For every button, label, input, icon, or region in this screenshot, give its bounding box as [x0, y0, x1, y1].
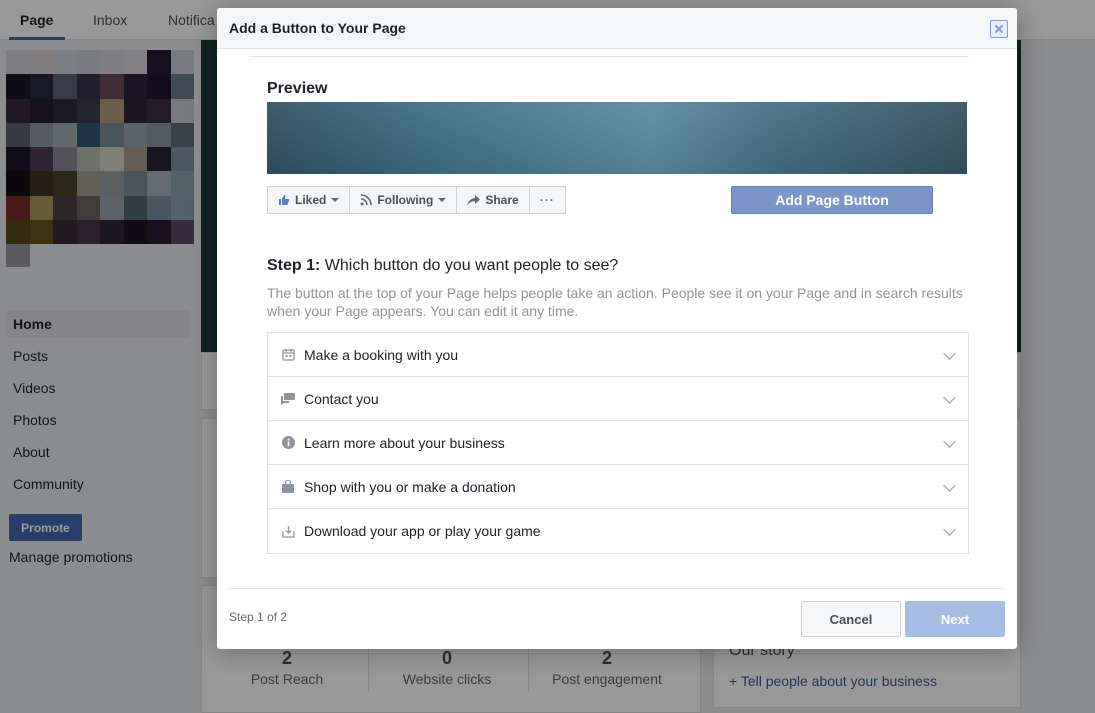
- calendar-icon: [281, 348, 295, 362]
- share-label: Share: [485, 193, 519, 207]
- close-icon[interactable]: [990, 20, 1008, 38]
- liked-label: Liked: [295, 193, 327, 207]
- preview-cover-image: [267, 102, 967, 174]
- more-icon[interactable]: ···: [530, 187, 565, 213]
- divider: [249, 56, 969, 57]
- option-label: Contact you: [304, 390, 379, 407]
- option-label: Make a booking with you: [304, 346, 459, 363]
- cancel-button[interactable]: Cancel: [801, 601, 901, 637]
- more-label: ···: [539, 193, 555, 207]
- option-label: Download your app or play your game: [304, 523, 541, 539]
- option-contact[interactable]: Contact you: [268, 377, 968, 421]
- liked-button[interactable]: Liked: [268, 187, 351, 213]
- chevron-down-icon: [438, 198, 447, 202]
- step-question: Which button do you want people to see?: [324, 257, 619, 274]
- option-booking[interactable]: Make a booking with you: [268, 333, 968, 377]
- add-page-button[interactable]: Add Page Button: [731, 186, 933, 214]
- add-button-dialog: Add a Button to Your Page Preview Liked …: [217, 8, 1017, 649]
- step-title: Step 1: Which button do you want people …: [267, 257, 618, 275]
- chevron-down-icon: [331, 198, 340, 202]
- following-label: Following: [377, 193, 434, 207]
- like-icon: [279, 195, 290, 205]
- option-shop[interactable]: Shop with you or make a donation: [268, 465, 968, 509]
- shopping-bag-icon: [281, 480, 295, 494]
- chevron-down-icon: [943, 523, 956, 536]
- next-button[interactable]: Next: [905, 601, 1005, 637]
- chevron-down-icon: [943, 479, 956, 492]
- footer-divider: [229, 588, 1005, 589]
- step-counter: Step 1 of 2: [229, 610, 288, 624]
- chevron-down-icon: [943, 391, 956, 404]
- preview-heading: Preview: [267, 80, 328, 97]
- option-label: Learn more about your business: [304, 434, 505, 451]
- preview-action-buttons: Liked Following Share ···: [267, 186, 566, 214]
- step-number: Step 1:: [267, 257, 321, 274]
- step-description: The button at the top of your Page helps…: [267, 285, 963, 319]
- info-icon: [281, 436, 295, 450]
- rss-icon: [360, 194, 373, 206]
- download-icon: [281, 524, 295, 538]
- dialog-title: Add a Button to Your Page: [229, 20, 406, 36]
- dialog-header: Add a Button to Your Page: [217, 8, 1017, 49]
- option-download[interactable]: Download your app or play your game: [268, 509, 968, 553]
- option-learn-more[interactable]: Learn more about your business: [268, 421, 968, 465]
- share-arrow-icon: [467, 194, 481, 205]
- chat-icon: [281, 392, 295, 406]
- chevron-down-icon: [943, 435, 956, 448]
- following-button[interactable]: Following: [350, 187, 458, 213]
- share-button[interactable]: Share: [457, 187, 530, 213]
- button-options-list: Make a booking with you Contact you Lear…: [267, 332, 969, 554]
- option-label: Shop with you or make a donation: [304, 478, 516, 495]
- chevron-down-icon: [943, 347, 956, 360]
